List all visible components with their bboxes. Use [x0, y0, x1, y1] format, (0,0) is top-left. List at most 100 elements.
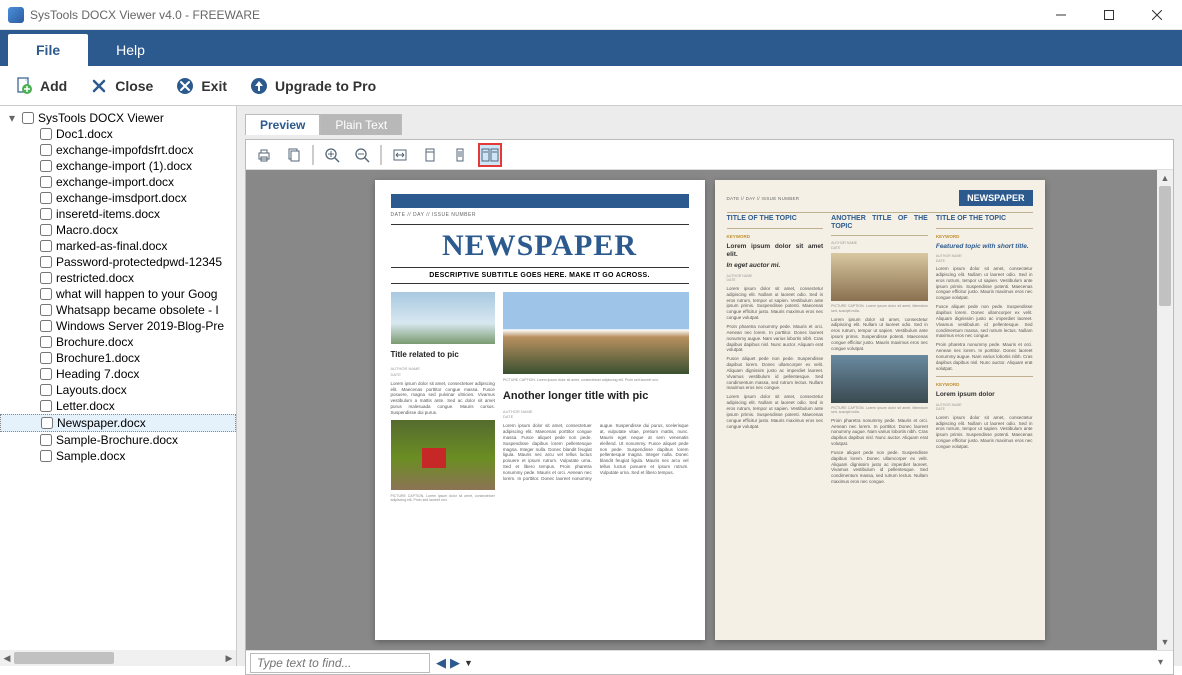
exit-button[interactable]: Exit [171, 72, 231, 100]
single-page-icon[interactable] [448, 143, 472, 167]
tree-item-checkbox[interactable] [40, 224, 52, 236]
tree-item-checkbox[interactable] [40, 208, 52, 220]
tree-item-checkbox[interactable] [40, 240, 52, 252]
find-next-icon[interactable]: ▶ [450, 655, 460, 671]
tree-item[interactable]: exchange-imsdport.docx [0, 190, 236, 206]
tree-item-label: exchange-import.docx [56, 175, 174, 189]
tree-item[interactable]: Brochure1.docx [0, 350, 236, 366]
tree-item[interactable]: Letter.docx [0, 398, 236, 414]
tree-item[interactable]: what will happen to your Goog [0, 286, 236, 302]
fit-page-icon[interactable] [418, 143, 442, 167]
body-text: Lorem ipsum dolor sit amet, consectetur … [936, 415, 1033, 450]
tree-root[interactable]: ▾ SysTools DOCX Viewer [0, 110, 236, 126]
tree-item[interactable]: Brochure.docx [0, 334, 236, 350]
tree-item[interactable]: Whatsapp became obsolete - I [0, 302, 236, 318]
content-area: Preview Plain Text DATE // DAY [237, 106, 1182, 666]
tree-item[interactable]: Heading 7.docx [0, 366, 236, 382]
tree-item-checkbox[interactable] [40, 368, 52, 380]
find-options-icon[interactable]: ▼ [464, 658, 473, 668]
tree-item[interactable]: Doc1.docx [0, 126, 236, 142]
keyword: KEYWORD [936, 382, 1033, 388]
page-viewport[interactable]: DATE // DAY // ISSUE NUMBER NEWSPAPER DE… [246, 170, 1173, 650]
sidebar-h-scrollbar[interactable]: ◀ ▶ [0, 650, 236, 666]
tree-item[interactable]: Macro.docx [0, 222, 236, 238]
scrollbar-thumb[interactable] [1159, 186, 1171, 306]
zoom-in-icon[interactable] [320, 143, 344, 167]
tree-item-checkbox[interactable] [40, 352, 52, 364]
tree-item-checkbox[interactable] [40, 160, 52, 172]
menu-file[interactable]: File [8, 34, 88, 66]
scroll-right-icon[interactable]: ▶ [222, 650, 236, 666]
tree-item[interactable]: Windows Server 2019-Blog-Pre [0, 318, 236, 334]
tree-item-checkbox[interactable] [40, 384, 52, 396]
viewport-v-scrollbar[interactable]: ▲ ▼ [1157, 170, 1173, 650]
tree-item-checkbox[interactable] [40, 336, 52, 348]
tree-item-checkbox[interactable] [40, 128, 52, 140]
toolbar-divider [380, 145, 382, 165]
tree-item-label: Layouts.docx [56, 383, 127, 397]
toolbar-divider [312, 145, 314, 165]
tree-item-checkbox[interactable] [40, 144, 52, 156]
scrollbar-thumb[interactable] [14, 652, 114, 664]
tree-item-checkbox[interactable] [40, 176, 52, 188]
options-icon[interactable]: ▾ [1158, 657, 1169, 668]
body-text: Fusce aliquet pede non pede. Suspendisse… [936, 304, 1033, 339]
tree-item[interactable]: Password-protectedpwd-12345 [0, 254, 236, 270]
tree-item[interactable]: exchange-impofdsfrt.docx [0, 142, 236, 158]
close-file-button[interactable]: Close [85, 72, 157, 100]
tree-item-label: inseretd-items.docx [56, 207, 160, 221]
tree-item[interactable]: Sample.docx [0, 448, 236, 464]
zoom-out-icon[interactable] [350, 143, 374, 167]
app-logo-icon [8, 7, 24, 23]
copy-icon[interactable] [282, 143, 306, 167]
scroll-up-icon[interactable]: ▲ [1157, 170, 1173, 186]
minimize-button[interactable] [1044, 3, 1078, 27]
scroll-left-icon[interactable]: ◀ [0, 650, 14, 666]
tree-item[interactable]: inseretd-items.docx [0, 206, 236, 222]
tree-item[interactable]: exchange-import.docx [0, 174, 236, 190]
tree-item-checkbox[interactable] [40, 320, 52, 332]
tree-item-checkbox[interactable] [40, 192, 52, 204]
caption: PICTURE CAPTION. Lorem ipsum dolor sit a… [831, 406, 928, 415]
print-icon[interactable] [252, 143, 276, 167]
section-title: TITLE OF THE TOPIC [936, 215, 1033, 223]
tree-item-checkbox[interactable] [40, 400, 52, 412]
tree-item-checkbox[interactable] [40, 256, 52, 268]
tree-item-checkbox[interactable] [40, 450, 52, 462]
tree-item-checkbox[interactable] [40, 434, 52, 446]
upgrade-button[interactable]: Upgrade to Pro [245, 72, 380, 100]
find-input[interactable] [250, 653, 430, 673]
tree-item[interactable]: exchange-import (1).docx [0, 158, 236, 174]
tree-item-checkbox[interactable] [41, 417, 53, 429]
body-text: Proin pharetra nonummy pede. Mauris et o… [727, 324, 824, 353]
tree-item-label: Whatsapp became obsolete - I [56, 303, 219, 317]
find-bar: ◀ ▶ ▼ ▾ [246, 650, 1173, 674]
scroll-down-icon[interactable]: ▼ [1157, 634, 1173, 650]
tree-item-checkbox[interactable] [40, 304, 52, 316]
article-image [831, 253, 928, 301]
maximize-button[interactable] [1092, 3, 1126, 27]
tree-item-label: Sample.docx [56, 449, 125, 463]
file-tree[interactable]: ▾ SysTools DOCX Viewer Doc1.docxexchange… [0, 106, 236, 650]
tree-item[interactable]: restricted.docx [0, 270, 236, 286]
tree-item-checkbox[interactable] [40, 272, 52, 284]
tree-item-checkbox[interactable] [40, 288, 52, 300]
tree-item[interactable]: marked-as-final.docx [0, 238, 236, 254]
tree-item[interactable]: Layouts.docx [0, 382, 236, 398]
fit-width-icon[interactable] [388, 143, 412, 167]
header-bar [391, 194, 689, 208]
close-button[interactable] [1140, 3, 1174, 27]
add-button[interactable]: Add [10, 72, 71, 100]
exit-icon [175, 76, 195, 96]
expand-collapse-icon[interactable]: ▾ [6, 112, 18, 124]
tree-item-label: marked-as-final.docx [56, 239, 167, 253]
root-checkbox[interactable] [22, 112, 34, 124]
find-prev-icon[interactable]: ◀ [436, 655, 446, 671]
two-page-icon[interactable] [478, 143, 502, 167]
tree-item[interactable]: Sample-Brochure.docx [0, 432, 236, 448]
tree-item[interactable]: Newspaper.docx [0, 414, 236, 432]
menu-help[interactable]: Help [88, 34, 173, 66]
tab-plain-text[interactable]: Plain Text [320, 114, 402, 135]
lead: Lorem ipsum dolor sit amet elit. [727, 243, 824, 260]
tab-preview[interactable]: Preview [245, 114, 320, 135]
